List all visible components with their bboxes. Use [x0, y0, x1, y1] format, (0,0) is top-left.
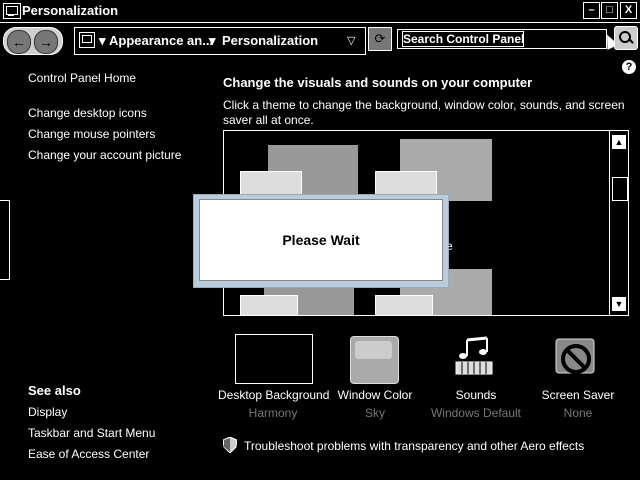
window-color-icon[interactable]	[350, 336, 399, 384]
search-icon[interactable]	[614, 26, 638, 50]
scroll-down-icon[interactable]: ▼	[612, 297, 626, 311]
scrollbar-thumb[interactable]	[612, 177, 628, 201]
side-panel-edge	[0, 200, 10, 280]
desktop-background-link[interactable]: Desktop Background	[218, 388, 329, 402]
control-panel-icon	[79, 32, 95, 48]
forward-icon[interactable]: →	[34, 30, 58, 54]
address-dropdown-icon[interactable]: ▽	[347, 34, 355, 47]
see-also-taskbar[interactable]: Taskbar and Start Menu	[28, 426, 155, 440]
sidebar-link-mouse-pointers[interactable]: Change mouse pointers	[28, 127, 155, 141]
sounds-value: Windows Default	[430, 406, 522, 420]
desktop-background-icon[interactable]	[235, 334, 313, 384]
theme-thumbnail[interactable]	[375, 295, 433, 315]
theme-thumbnail[interactable]	[240, 295, 298, 315]
search-box[interactable]	[397, 29, 607, 49]
music-notes-icon[interactable]	[453, 334, 499, 380]
window-icon	[3, 3, 21, 19]
shield-icon	[223, 437, 237, 453]
page-description: Click a theme to change the background, …	[223, 98, 625, 127]
breadcrumb-separator-2[interactable]: ▾	[209, 33, 216, 49]
sidebar-control-panel-home[interactable]: Control Panel Home	[28, 71, 136, 85]
please-wait-text: Please Wait	[282, 232, 360, 248]
see-also-ease-of-access[interactable]: Ease of Access Center	[28, 447, 149, 461]
sidebar-link-account-picture[interactable]: Change your account picture	[28, 148, 181, 162]
title-bar: Personalization – □ X	[0, 0, 640, 23]
breadcrumb-separator-1[interactable]: ▾	[99, 33, 106, 49]
theme-scrollbar[interactable]: ▲ ▼	[609, 131, 628, 315]
breadcrumb-appearance[interactable]: Appearance an...	[109, 33, 213, 48]
window-title: Personalization	[22, 3, 119, 18]
close-button[interactable]: X	[620, 2, 637, 19]
scroll-up-icon[interactable]: ▲	[612, 135, 626, 149]
see-also-display[interactable]: Display	[28, 405, 67, 419]
help-icon[interactable]: ?	[622, 60, 636, 74]
see-also-heading: See also	[28, 383, 81, 398]
back-icon[interactable]: ←	[7, 30, 31, 54]
breadcrumb-personalization[interactable]: Personalization	[222, 33, 318, 48]
page-title: Change the visuals and sounds on your co…	[223, 75, 533, 90]
minimize-button[interactable]: –	[583, 2, 600, 19]
window-color-link[interactable]: Window Color	[320, 388, 430, 402]
desktop-background-value: Harmony	[248, 406, 298, 420]
screen-saver-link[interactable]: Screen Saver	[523, 388, 633, 402]
please-wait-dialog: Please Wait	[199, 199, 443, 281]
maximize-button[interactable]: □	[601, 2, 618, 19]
nav-buttons: ← →	[3, 27, 63, 55]
troubleshoot-link[interactable]: Troubleshoot problems with transparency …	[244, 439, 584, 453]
no-sign-icon[interactable]	[552, 333, 600, 381]
search-input[interactable]	[402, 31, 524, 47]
window-color-value: Sky	[364, 406, 385, 420]
address-bar[interactable]: ▾ Appearance an... ▾ Personalization ▽	[74, 27, 366, 55]
sounds-link[interactable]: Sounds	[421, 388, 531, 402]
screen-saver-value: None	[563, 406, 593, 420]
sidebar-link-desktop-icons[interactable]: Change desktop icons	[28, 106, 147, 120]
refresh-icon[interactable]: ⟳	[368, 27, 392, 51]
